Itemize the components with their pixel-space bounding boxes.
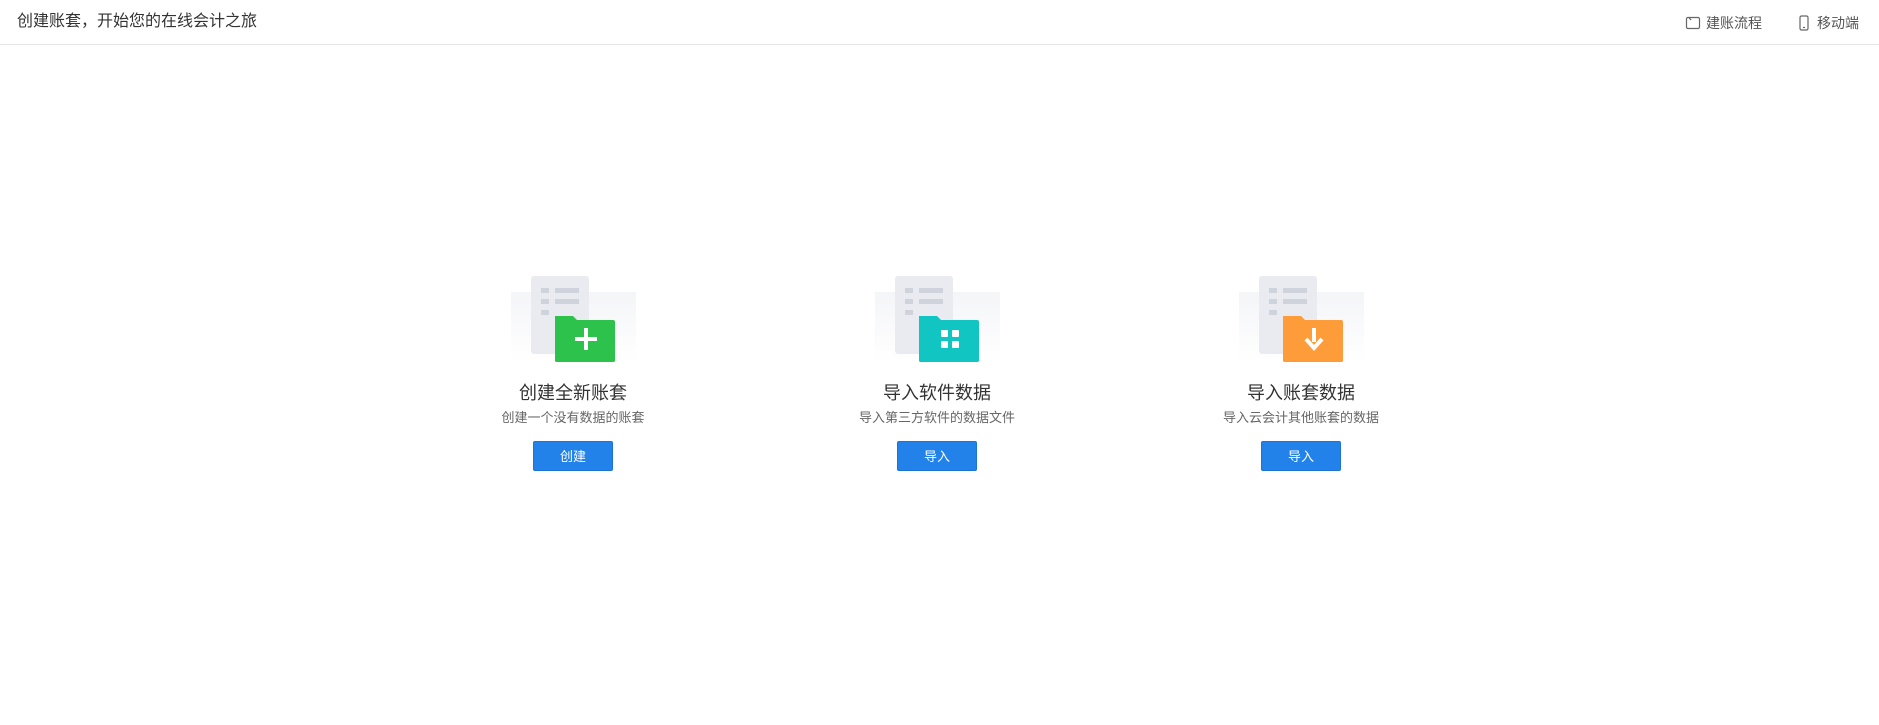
top-bar: 创建账套，开始您的在线会计之旅 建账流程 移动端 <box>0 0 1879 45</box>
card-title: 导入软件数据 <box>883 383 991 403</box>
create-button[interactable]: 创建 <box>533 441 613 471</box>
setup-flow-link[interactable]: 建账流程 <box>1685 13 1762 33</box>
mobile-icon <box>1796 15 1812 31</box>
import-software-button[interactable]: 导入 <box>897 441 977 471</box>
import-software-data-card: 导入软件数据 导入第三方软件的数据文件 导入 <box>817 272 1057 471</box>
page-title: 创建账套，开始您的在线会计之旅 <box>17 13 258 30</box>
create-new-account-card: 创建全新账套 创建一个没有数据的账套 创建 <box>453 272 693 471</box>
card-description: 导入第三方软件的数据文件 <box>858 410 1015 425</box>
card-title: 创建全新账套 <box>519 383 627 403</box>
card-description: 导入云会计其他账套的数据 <box>1222 410 1379 425</box>
card-title: 导入账套数据 <box>1247 383 1355 403</box>
card-description: 创建一个没有数据的账套 <box>501 410 645 425</box>
download-icon <box>1304 328 1323 352</box>
setup-flow-label: 建账流程 <box>1706 15 1762 31</box>
flow-icon <box>1685 15 1701 31</box>
grid-icon <box>940 330 959 348</box>
create-illustration <box>510 272 636 362</box>
mobile-label: 移动端 <box>1817 15 1859 31</box>
mobile-link[interactable]: 移动端 <box>1796 13 1859 33</box>
plus-icon <box>574 328 597 350</box>
import-account-button[interactable]: 导入 <box>1261 441 1341 471</box>
import-account-illustration <box>1238 272 1364 362</box>
import-software-illustration <box>874 272 1000 362</box>
import-account-data-card: 导入账套数据 导入云会计其他账套的数据 导入 <box>1181 272 1421 471</box>
